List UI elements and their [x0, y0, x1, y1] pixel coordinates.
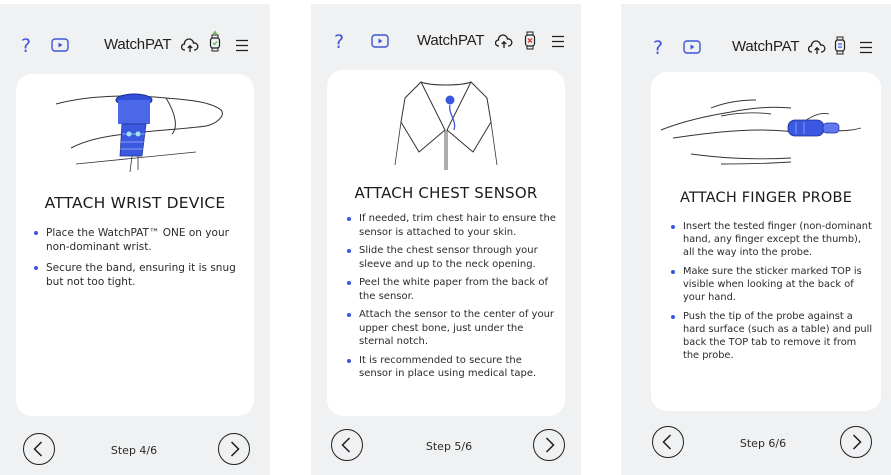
app-brand: WatchPAT: [732, 38, 800, 55]
cloud-upload-icon[interactable]: [495, 34, 513, 50]
chevron-left-icon: [341, 437, 351, 453]
next-button[interactable]: [218, 433, 250, 465]
chevron-left-icon: [662, 434, 672, 450]
instruction-list: Insert the tested finger (non-dominant h…: [669, 220, 874, 362]
card-title: ATTACH WRIST DEVICE: [44, 194, 226, 212]
app-brand: WatchPAT: [104, 36, 172, 53]
card-title: ATTACH FINGER PROBE: [679, 190, 853, 206]
top-bar: ? WatchPAT: [311, 26, 581, 56]
cloud-upload-icon[interactable]: [181, 38, 199, 54]
previous-button[interactable]: [23, 433, 55, 465]
chest-sensor-illustration: [394, 81, 498, 170]
watch-error-icon[interactable]: [523, 29, 537, 53]
instruction-card: ATTACH FINGER PROBE Insert the tested fi…: [651, 72, 881, 411]
help-icon[interactable]: ?: [16, 36, 36, 56]
list-item: Secure the band, ensuring it is snug but…: [32, 261, 246, 289]
step-indicator: Step 6/6: [739, 437, 787, 450]
list-item: Peel the white paper from the back of th…: [345, 276, 557, 303]
next-button[interactable]: [840, 426, 872, 458]
chevron-left-icon: [33, 441, 43, 457]
play-icon[interactable]: [371, 34, 389, 48]
app-brand: WatchPAT: [417, 32, 485, 49]
step-indicator: Step 4/6: [110, 444, 158, 457]
next-button[interactable]: [533, 429, 565, 461]
chevron-right-icon: [230, 441, 240, 457]
list-item: Insert the tested finger (non-dominant h…: [669, 220, 874, 259]
screen-step-6: ? WatchPAT ATTACH FINGER PROBE Insert th…: [621, 4, 891, 475]
menu-icon[interactable]: [235, 39, 249, 52]
list-item: If needed, trim chest hair to ensure the…: [345, 212, 557, 239]
instruction-card: ATTACH WRIST DEVICE Place the WatchPAT™ …: [16, 74, 254, 416]
instruction-list: Place the WatchPAT™ ONE on your non-domi…: [32, 226, 246, 289]
cloud-upload-icon[interactable]: [808, 40, 826, 56]
watch-icon[interactable]: [208, 30, 222, 54]
list-item: Make sure the sticker marked TOP is visi…: [669, 265, 874, 304]
menu-icon[interactable]: [551, 35, 565, 48]
chevron-right-icon: [545, 437, 555, 453]
wrist-device-illustration: [55, 93, 223, 173]
instruction-list: If needed, trim chest hair to ensure the…: [345, 212, 557, 381]
menu-icon[interactable]: [859, 41, 873, 54]
card-title: ATTACH CHEST SENSOR: [354, 184, 538, 202]
screen-step-5: ? WatchPAT ATTACH CHEST SENSOR If needed…: [311, 4, 581, 475]
watch-icon[interactable]: [833, 34, 847, 58]
list-item: Attach the sensor to the center of your …: [345, 308, 557, 349]
step-indicator: Step 5/6: [425, 440, 473, 453]
chevron-right-icon: [852, 434, 862, 450]
previous-button[interactable]: [331, 429, 363, 461]
list-item: Slide the chest sensor through your slee…: [345, 244, 557, 271]
help-icon[interactable]: ?: [329, 32, 349, 52]
play-icon[interactable]: [51, 38, 69, 52]
previous-button[interactable]: [652, 426, 684, 458]
list-item: Place the WatchPAT™ ONE on your non-domi…: [32, 226, 246, 254]
top-bar: ? WatchPAT: [0, 30, 270, 60]
screen-step-4: ? WatchPAT ATTACH WRIST DEVICE Place the…: [0, 4, 270, 475]
top-bar: ? WatchPAT: [621, 32, 891, 62]
play-icon[interactable]: [683, 40, 701, 54]
instruction-card: ATTACH CHEST SENSOR If needed, trim ches…: [327, 70, 565, 416]
list-item: Push the tip of the probe against a hard…: [669, 310, 874, 362]
finger-probe-illustration: [660, 99, 862, 165]
list-item: It is recommended to secure the sensor i…: [345, 354, 557, 381]
help-icon[interactable]: ?: [648, 38, 668, 58]
